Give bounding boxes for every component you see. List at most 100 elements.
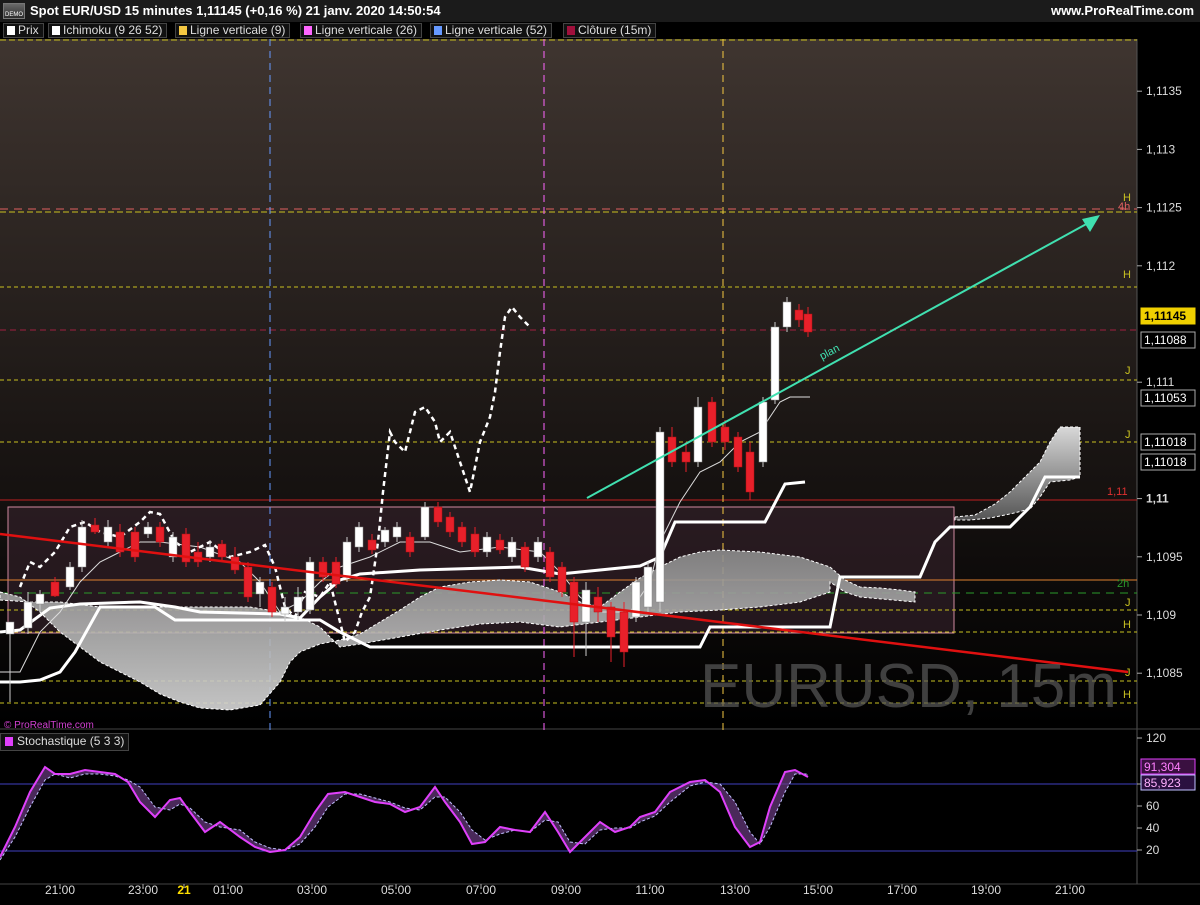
price-tick-label: 1,1085 (1146, 666, 1183, 680)
candle-body (433, 506, 443, 523)
time-tick-label: 21:00 (1055, 883, 1085, 897)
candle-body (495, 539, 505, 551)
candle-body (77, 526, 87, 568)
legend-item-2[interactable]: Ligne verticale (9) (175, 23, 291, 38)
legend-item-5[interactable]: Clôture (15m) (563, 23, 657, 38)
candle-body (155, 526, 165, 543)
legend-item-4[interactable]: Ligne verticale (52) (430, 23, 553, 38)
candle-body (267, 586, 277, 613)
candle-body (720, 426, 730, 443)
legend-label: Prix (18, 23, 39, 37)
time-tick-label: 03:00 (297, 883, 327, 897)
candle-body (782, 301, 792, 328)
candle-body (342, 541, 352, 578)
legend-swatch-icon (52, 26, 60, 35)
legend-swatch-icon (304, 26, 312, 35)
candle-body (23, 601, 33, 629)
time-tick-label: 15:00 (803, 883, 833, 897)
candle-body (50, 581, 60, 597)
price-tick-label: 1,11 (1146, 492, 1169, 506)
price-tick-label: 1,1095 (1146, 550, 1183, 564)
candle-body (405, 536, 415, 553)
candle-body (803, 313, 813, 333)
level-mark-label: J (1125, 365, 1131, 377)
legend-swatch-icon (434, 26, 442, 35)
candle-body (470, 533, 480, 553)
time-tick-label: 17:00 (887, 883, 917, 897)
price-tick-label: 1,112 (1146, 259, 1175, 273)
candle-body (681, 451, 691, 463)
stoch-tick-label: 60 (1146, 799, 1160, 813)
level-mark-label: 4h (1118, 201, 1130, 213)
level-mark-label: J (1125, 429, 1131, 441)
candle-body (103, 526, 113, 543)
price-tick-label: 1,111 (1146, 375, 1175, 389)
stochastic-swatch-icon (5, 737, 13, 746)
demo-badge-icon: DEMO (3, 3, 25, 19)
title-bar: DEMO Spot EUR/USD 15 minutes 1,11145 (+0… (0, 0, 1200, 23)
candle-body (482, 536, 492, 553)
candle-body (354, 526, 364, 548)
candle-body (593, 596, 603, 613)
candle-body (533, 541, 543, 558)
time-tick-label: 05:00 (381, 883, 411, 897)
candle-body (545, 551, 555, 578)
candle-body (507, 541, 517, 558)
price-box-label: 1,11018 (1144, 455, 1187, 469)
candle-body (445, 516, 455, 533)
level-mark-label: J (1125, 667, 1131, 679)
level-mark-label: 2h (1117, 578, 1129, 590)
legend-label: Ligne verticale (52) (445, 23, 548, 37)
price-box-label: 1,11053 (1144, 391, 1187, 405)
stochastic-legend[interactable]: Stochastique (5 3 3) (0, 733, 130, 751)
price-box-label: 1,11018 (1144, 435, 1187, 449)
price-box-label: 1,11145 (1144, 309, 1186, 323)
price-tick-label: 1,1125 (1146, 201, 1182, 215)
candle-body (367, 539, 377, 551)
indicator-legend: Prix Ichimoku (9 26 52) Ligne verticale (9… (0, 22, 1200, 39)
site-link[interactable]: www.ProRealTime.com (1051, 3, 1194, 18)
level-mark-label: H (1123, 689, 1131, 701)
candle-body (255, 581, 265, 595)
candle-body (606, 606, 616, 638)
stoch-k-value: 91,304 (1144, 760, 1181, 774)
candle-body (293, 596, 303, 613)
candle-body (619, 611, 629, 653)
legend-label: Ligne verticale (9) (190, 23, 286, 37)
candle-body (520, 546, 530, 568)
candle-body (90, 524, 100, 533)
candle-body (5, 621, 15, 635)
legend-item-3[interactable]: Ligne verticale (26) (300, 23, 423, 38)
watermark: EURUSD, 15m (700, 652, 1117, 721)
candle-body (392, 526, 402, 538)
level-mark-label: H (1123, 269, 1131, 281)
candle-body (745, 451, 755, 493)
legend-item-0[interactable]: Prix (3, 23, 44, 38)
stochastic-legend-label: Stochastique (5 3 3) (17, 734, 125, 748)
candle-body (243, 566, 253, 598)
candle-body (305, 561, 315, 611)
candle-body (143, 526, 153, 535)
chart-area[interactable]: planEURUSD, 15m© ProRealTime.com1,1141,1… (0, 22, 1200, 900)
time-tick-label: 21 (177, 883, 191, 897)
price-tick-label: 1,1135 (1146, 84, 1182, 98)
time-tick-label: 19:00 (971, 883, 1001, 897)
time-tick-label: 13:00 (720, 883, 750, 897)
candle-body (205, 546, 215, 558)
legend-label: Ligne verticale (26) (315, 23, 418, 37)
price-chart[interactable]: planEURUSD, 15m© ProRealTime.com1,1141,1… (0, 22, 1200, 900)
copyright-label: © ProRealTime.com (4, 720, 94, 731)
price-tick-label: 1,113 (1146, 142, 1175, 156)
candle-body (457, 526, 467, 543)
time-tick-label: 11:00 (635, 883, 664, 897)
price-box-label: 1,11088 (1144, 333, 1187, 347)
candle-body (569, 581, 579, 623)
time-tick-label: 09:00 (551, 883, 581, 897)
candle-body (758, 401, 768, 463)
candle-body (733, 436, 743, 468)
candle-body (331, 561, 341, 585)
legend-item-1[interactable]: Ichimoku (9 26 52) (48, 23, 168, 38)
candle-body (643, 566, 653, 608)
stoch-tick-label: 120 (1146, 731, 1166, 745)
legend-swatch-icon (179, 26, 187, 35)
